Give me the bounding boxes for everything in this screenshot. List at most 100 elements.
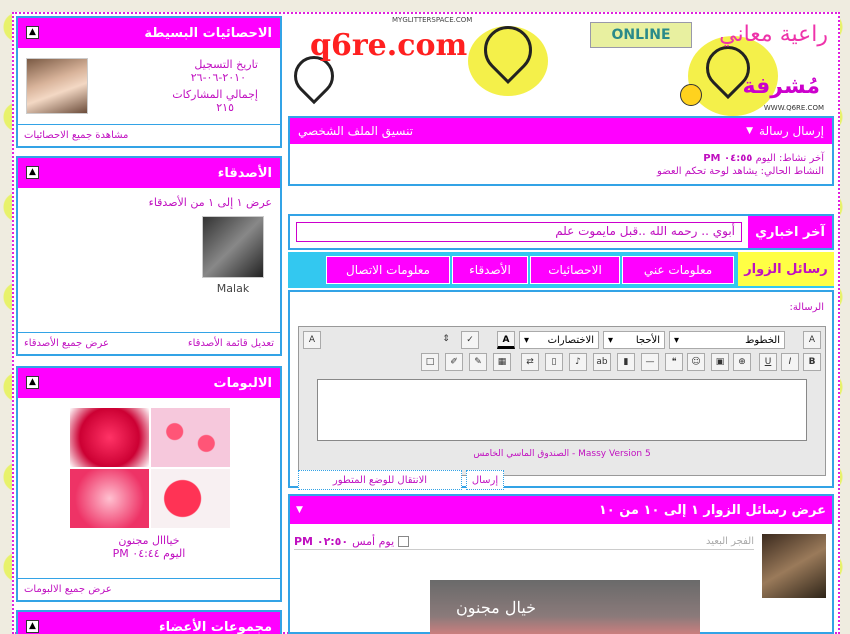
shortcuts-select[interactable]: ▾ الاختصارات	[519, 331, 599, 349]
entry-header: يوم أمس ٠٢:٥٠ PM الفجر البعيد	[294, 534, 754, 550]
tab-visitor-messages[interactable]: رسائل الزوار	[738, 252, 834, 286]
profile-banner: q6re.com MYGLITTERSPACE.COM ONLINE راعية…	[288, 16, 834, 116]
document-icon[interactable]: ▯	[545, 353, 563, 371]
frame-icon[interactable]: □	[421, 353, 439, 371]
resize-icon[interactable]: ⇕	[437, 331, 455, 349]
chevron-down-icon: ▾	[674, 334, 680, 346]
profile-panel: تنسيق الملف الشخصي إرسال رسالة ▼ آخر نشا…	[288, 116, 834, 186]
tools-icon[interactable]: ✎	[469, 353, 487, 371]
font-select[interactable]: ▾ الخطوط	[669, 331, 785, 349]
stats-footer: مشاهدة جميع الاحصائيات	[18, 124, 280, 146]
smiley-icon	[680, 84, 702, 106]
message-textarea[interactable]	[317, 379, 807, 441]
table-icon[interactable]: ▦	[493, 353, 511, 371]
spellcheck-icon[interactable]: ab	[593, 353, 611, 371]
view-all-albums-link[interactable]: عرض جميع الالبومات	[24, 584, 112, 595]
albums-box: ▲ الالبومات خيااال مجنون اليوم ٠٤:٤٤ PM …	[16, 366, 282, 602]
main-content: q6re.com MYGLITTERSPACE.COM ONLINE راعية…	[288, 16, 834, 634]
current-activity: النشاط الحالي: يشاهد لوحة تحكم العضو	[657, 166, 824, 177]
entry-time: ٠٢:٥٠ PM	[294, 535, 349, 548]
groups-title: مجموعات الأعضاء	[159, 619, 272, 634]
albums-header: ▲ الالبومات	[18, 368, 280, 398]
entry-image-text: خيال مجنون	[456, 598, 537, 617]
link-icon[interactable]: ⊕	[733, 353, 751, 371]
site-watermark: q6re.com	[310, 28, 468, 63]
edit-icon[interactable]: ✐	[445, 353, 463, 371]
editor-footer: الصندوق الماسي الخامس - Massy Version 5	[473, 449, 651, 459]
text-color-icon[interactable]: A	[497, 331, 515, 349]
album-image	[70, 408, 149, 467]
smilies-icon[interactable]: ☺	[687, 353, 705, 371]
news-label: آخر اخباري	[748, 216, 832, 248]
friends-title: الأصدقاء	[217, 165, 272, 181]
collapse-icon[interactable]: ▲	[26, 620, 39, 633]
spellcheck-icon[interactable]: ✓	[461, 331, 479, 349]
visitor-avatar[interactable]	[762, 534, 826, 598]
remove-format-icon[interactable]: A	[803, 331, 821, 349]
news-panel: آخر اخباري أبوي .. رحمه الله ..قبل مايمو…	[288, 214, 834, 250]
profile-tabs: رسائل الزوار معلومات عني الاحصائيات الأص…	[288, 252, 834, 288]
stats-box: ▲ الاحصائيات البسيطة تاريخ التسجيل ٢٠١٠-…	[16, 16, 282, 148]
friend-name[interactable]: Malak	[202, 282, 264, 295]
send-button[interactable]: إرسال	[466, 470, 504, 490]
myglitter-text: MYGLITTERSPACE.COM	[392, 16, 473, 24]
visitor-entry: يوم أمس ٠٢:٥٠ PM الفجر البعيد خيال مجنون	[290, 530, 832, 634]
view-all-friends-link[interactable]: عرض جميع الأصدقاء	[24, 338, 109, 349]
groups-header: ▲ مجموعات الأعضاء	[18, 612, 280, 634]
underline-icon[interactable]: U	[759, 353, 777, 371]
font-label: الخطوط	[745, 334, 780, 346]
view-all-stats-link[interactable]: مشاهدة جميع الاحصائيات	[24, 130, 128, 141]
news-text: أبوي .. رحمه الله ..قبل مايموت علم	[296, 222, 742, 242]
direction-icon[interactable]: ⇄	[521, 353, 539, 371]
visitor-list-title: عرض رسائل الزوار ١ إلى ١٠ من ١٠	[598, 502, 826, 518]
friends-footer: عرض جميع الأصدقاء تعديل قائمة الأصدقاء	[18, 332, 280, 354]
album-thumbnail-grid[interactable]	[70, 408, 230, 528]
image-icon[interactable]: ▣	[711, 353, 729, 371]
collapse-icon[interactable]: ▲	[26, 376, 39, 389]
quote-icon[interactable]: ❝	[665, 353, 683, 371]
horizontal-rule-icon[interactable]: —	[641, 353, 659, 371]
media-icon[interactable]: ♪	[569, 353, 587, 371]
registration-label: تاريخ التسجيل	[194, 58, 258, 71]
chevron-down-icon: ▾	[608, 334, 614, 346]
last-activity-time: ٠٤:٥٥ PM	[703, 153, 753, 164]
entry-time-label: يوم أمس	[352, 535, 395, 548]
size-select[interactable]: ▾ الأحجا	[603, 331, 665, 349]
albums-title: الالبومات	[213, 375, 272, 391]
stats-header: ▲ الاحصائيات البسيطة	[18, 18, 280, 48]
friends-count-text: عرض ١ إلى ١ من الأصدقاء	[148, 196, 272, 209]
chart-icon[interactable]: ▮	[617, 353, 635, 371]
user-title: راعية معاني	[719, 22, 828, 47]
send-message-button[interactable]: إرسال رسالة ▼	[746, 124, 824, 138]
edit-friends-link[interactable]: تعديل قائمة الأصدقاء	[188, 338, 274, 349]
collapse-icon[interactable]: ▲	[26, 166, 39, 179]
friends-box: ▲ الأصدقاء عرض ١ إلى ١ من الأصدقاء Malak…	[16, 156, 282, 356]
tab-friends[interactable]: الأصدقاء	[452, 256, 528, 284]
switch-mode-icon[interactable]: A	[303, 331, 321, 349]
send-message-label: إرسال رسالة	[759, 124, 824, 138]
album-time: اليوم ٠٤:٤٤ PM	[112, 547, 186, 560]
album-image	[70, 469, 149, 528]
advanced-mode-button[interactable]: الانتقال للوضع المتطور	[298, 470, 462, 490]
album-name[interactable]: خيااال مجنون	[18, 534, 280, 547]
avatar	[26, 58, 88, 114]
tab-contact-info[interactable]: معلومات الاتصال	[326, 256, 450, 284]
tab-statistics[interactable]: الاحصائيات	[530, 256, 620, 284]
last-activity: آخر نشاط: اليوم ٠٤:٥٥ PM	[657, 152, 824, 165]
message-label: الرسالة:	[789, 302, 824, 313]
friends-header: ▲ الأصدقاء	[18, 158, 280, 188]
collapse-icon[interactable]: ▲	[26, 26, 39, 39]
entry-author[interactable]: الفجر البعيد	[706, 536, 754, 547]
italic-icon[interactable]: I	[781, 353, 799, 371]
chevron-down-icon: ▾	[524, 334, 530, 346]
q6re-small-text: WWW.Q6RE.COM	[763, 104, 824, 112]
posts-count: ٢١٥	[216, 101, 234, 114]
chevron-down-icon[interactable]: ▼	[296, 505, 303, 515]
bold-icon[interactable]: B	[803, 353, 821, 371]
groups-box: ▲ مجموعات الأعضاء	[16, 610, 282, 634]
online-badge: ONLINE	[590, 22, 692, 48]
friend-avatar[interactable]	[202, 216, 264, 278]
customize-profile-link[interactable]: تنسيق الملف الشخصي	[298, 124, 413, 138]
entry-checkbox[interactable]	[398, 536, 410, 547]
tab-about-me[interactable]: معلومات عني	[622, 256, 734, 284]
